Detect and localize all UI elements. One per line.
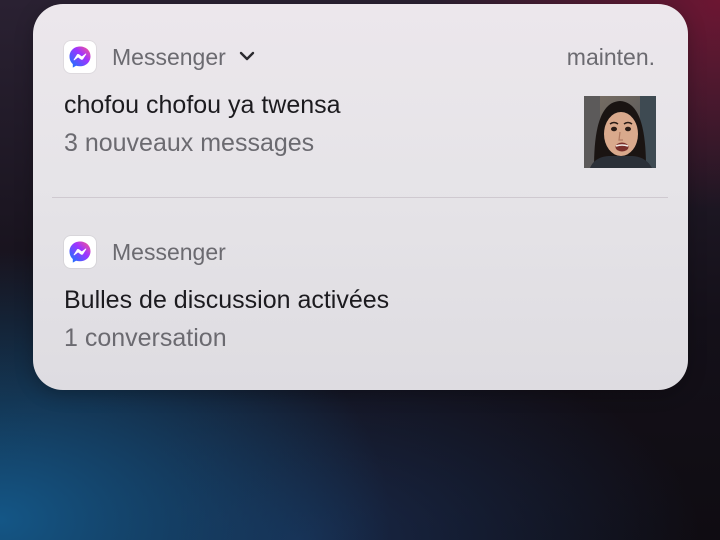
conversation-title: chofou chofou ya twensa [64,91,341,119]
messenger-icon [64,41,96,73]
message-count: 3 nouveaux messages [64,129,315,157]
messenger-icon [64,236,96,268]
app-name: Messenger [112,239,226,265]
chevron-down-icon[interactable] [238,49,256,63]
notification-title: Bulles de discussion activées [64,286,390,314]
notification-messenger-chat[interactable]: Messenger mainten. chofou chofou ya twen… [33,4,688,197]
notification-time: mainten. [566,44,655,70]
notification-card: Messenger mainten. chofou chofou ya twen… [33,4,688,390]
conversation-count: 1 conversation [64,324,227,352]
app-name: Messenger [112,44,226,70]
notification-chat-bubbles[interactable]: Messenger Bulles de discussion activées … [33,197,688,390]
contact-photo [584,96,656,168]
